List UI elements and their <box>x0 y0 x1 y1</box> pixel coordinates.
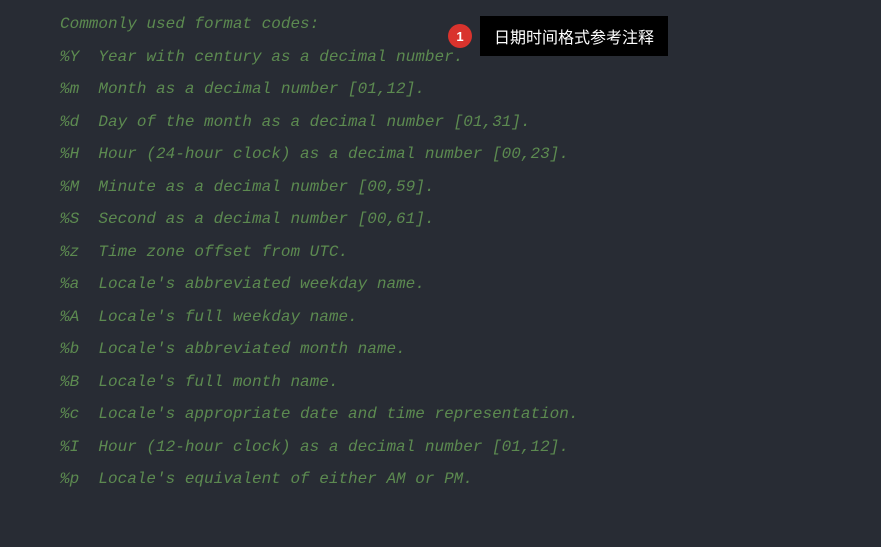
comment-line: %b Locale's abbreviated month name. <box>60 333 881 366</box>
comment-line: %m Month as a decimal number [01,12]. <box>60 73 881 106</box>
annotation-label: 日期时间格式参考注释 <box>480 16 668 56</box>
comment-line: %A Locale's full weekday name. <box>60 301 881 334</box>
comment-line: %c Locale's appropriate date and time re… <box>60 398 881 431</box>
comment-line: %d Day of the month as a decimal number … <box>60 106 881 139</box>
comment-line: %M Minute as a decimal number [00,59]. <box>60 171 881 204</box>
comment-line: %p Locale's equivalent of either AM or P… <box>60 463 881 496</box>
comment-line: %a Locale's abbreviated weekday name. <box>60 268 881 301</box>
annotation-number-badge: 1 <box>448 24 472 48</box>
comment-line: %z Time zone offset from UTC. <box>60 236 881 269</box>
comment-line: %I Hour (12-hour clock) as a decimal num… <box>60 431 881 464</box>
annotation-callout: 1 日期时间格式参考注释 <box>448 16 668 56</box>
comment-line: %H Hour (24-hour clock) as a decimal num… <box>60 138 881 171</box>
comment-line: %S Second as a decimal number [00,61]. <box>60 203 881 236</box>
comment-line: %B Locale's full month name. <box>60 366 881 399</box>
code-comment-block: Commonly used format codes: %Y Year with… <box>0 0 881 496</box>
